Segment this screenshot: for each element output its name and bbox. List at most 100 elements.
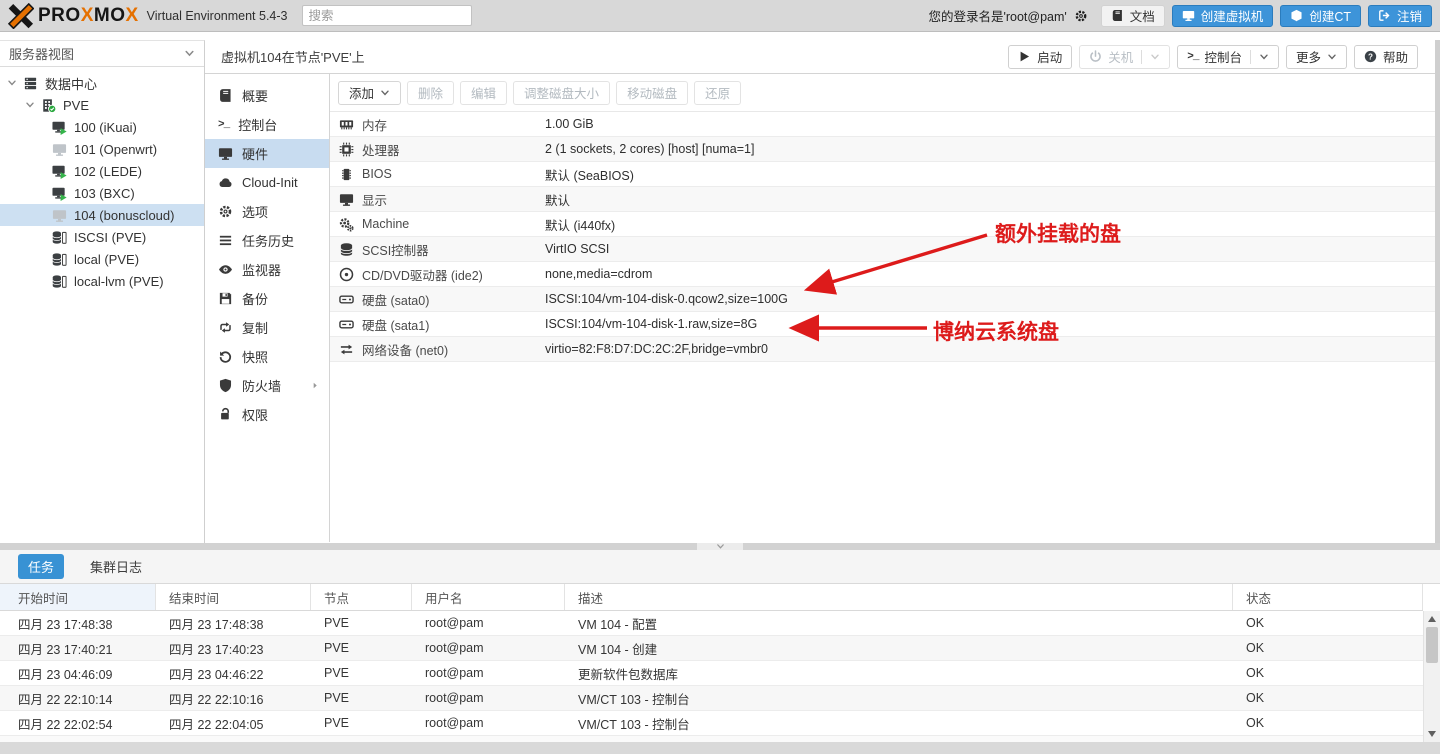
hw-row-network-net0[interactable]: 网络设备 (net0) virtio=82:F8:D7:DC:2C:2F,brid…	[330, 337, 1440, 362]
menu-item-firewall[interactable]: 防火墙	[205, 371, 329, 400]
task-cell: 四月 23 17:48:38	[18, 617, 113, 632]
gears-icon	[338, 217, 354, 232]
hw-row-cdrom-ide2[interactable]: CD/DVD驱动器 (ide2) none,media=cdrom	[330, 262, 1440, 287]
task-cell: 四月 22 22:02:54	[18, 717, 113, 732]
help-button[interactable]: ? 帮助	[1353, 44, 1418, 69]
splitter-collapse-handle[interactable]	[697, 543, 743, 550]
sort-down-icon	[74, 592, 85, 603]
tasks-panel: 任务 集群日志 开始时间 结束时间 节点 用户名 描述 状态 四月 23 17:48:38 四…	[0, 550, 1440, 754]
tree-item-vm-102[interactable]: 102 (LEDE)	[0, 160, 204, 182]
shield-icon	[218, 378, 233, 393]
tree-item-pve[interactable]: PVE	[0, 94, 204, 116]
col-header-5[interactable]: 状态	[1233, 584, 1423, 610]
logout-button[interactable]: 注销	[1367, 4, 1432, 27]
scroll-thumb[interactable]	[1426, 627, 1438, 663]
panel-splitter[interactable]	[0, 543, 1440, 550]
tree-item-vm-100[interactable]: 100 (iKuai)	[0, 116, 204, 138]
tree-item-vm-103[interactable]: 103 (BXC)	[0, 182, 204, 204]
menu-item-task-history[interactable]: 任务历史	[205, 226, 329, 255]
tasks-scrollbar[interactable]	[1423, 611, 1440, 742]
docs-button[interactable]: 文档	[1100, 4, 1165, 27]
add-button[interactable]: 添加	[338, 80, 402, 105]
hw-value: 2 (1 sockets, 2 cores) [host] [numa=1]	[545, 142, 755, 156]
hw-row-harddisk-sata0[interactable]: 硬盘 (sata0) ISCSI:104/vm-104-disk-0.qcow2,…	[330, 287, 1440, 312]
tree-expander-icon	[6, 78, 18, 88]
hw-row-machine[interactable]: Machine 默认 (i440fx)	[330, 212, 1440, 237]
task-cell: VM 104 - 创建	[578, 642, 658, 657]
task-cell: 四月 22 22:04:05	[169, 717, 264, 732]
hw-row-bios[interactable]: BIOS 默认 (SeaBIOS)	[330, 162, 1440, 187]
remove-button[interactable]: 删除	[407, 80, 455, 105]
storage-icon	[52, 230, 67, 245]
button-label: 调整磁盘大小	[524, 87, 600, 101]
move-disk-button[interactable]: 移动磁盘	[616, 80, 689, 105]
hw-row-memory[interactable]: 内存 1.00 GiB	[330, 112, 1440, 137]
menu-item-backup[interactable]: 备份	[205, 284, 329, 313]
tree-item-label: local (PVE)	[74, 251, 140, 267]
task-cell: 四月 22 22:10:16	[169, 692, 264, 707]
menu-item-permissions[interactable]: 权限	[205, 400, 329, 429]
task-row[interactable]: 四月 22 22:10:14 四月 22 22:10:16 PVE root@pam V…	[0, 686, 1423, 711]
col-header-3[interactable]: 用户名	[412, 584, 565, 610]
tree-item-storage-local-lvm[interactable]: local-lvm (PVE)	[0, 270, 204, 292]
menu-item-replication[interactable]: 复制	[205, 313, 329, 342]
more-button[interactable]: 更多	[1285, 44, 1347, 69]
app-logo: PROXMOX	[8, 2, 139, 29]
col-header-4[interactable]: 描述	[565, 584, 1233, 610]
menu-item-snapshots[interactable]: 快照	[205, 342, 329, 371]
view-selector[interactable]: 服务器视图	[0, 41, 204, 67]
col-header-0[interactable]: 开始时间	[0, 584, 156, 610]
start-button[interactable]: 启动	[1008, 44, 1073, 69]
menu-item-options[interactable]: 选项	[205, 197, 329, 226]
tree-item-vm-104[interactable]: 104 (bonuscloud)	[0, 204, 204, 226]
tree-item-datacenter[interactable]: 数据中心	[0, 72, 204, 94]
tab-tasks[interactable]: 任务	[18, 554, 65, 579]
menu-item-hardware[interactable]: 硬件	[205, 139, 329, 168]
task-cell: 更新软件包数据库	[578, 667, 679, 682]
task-row[interactable]: 四月 23 17:48:38 四月 23 17:48:38 PVE root@pam V…	[0, 611, 1423, 636]
search-input[interactable]	[301, 5, 472, 26]
top-header-bar: PROXMOX Virtual Environment 5.4-3 您的登录名是…	[0, 0, 1440, 32]
menu-item-overview[interactable]: 概要	[205, 81, 329, 110]
settings-gear-icon[interactable]	[1074, 9, 1088, 23]
book-icon	[1111, 9, 1124, 22]
terminal-icon: >_	[1187, 50, 1199, 63]
task-cell: OK	[1246, 616, 1265, 630]
menu-item-cloud-init[interactable]: Cloud-Init	[205, 168, 329, 197]
hw-value: virtio=82:F8:D7:DC:2C:2F,bridge=vmbr0	[545, 342, 769, 356]
col-header-2[interactable]: 节点	[311, 584, 412, 610]
hw-row-scsi-controller[interactable]: SCSI控制器 VirtIO SCSI	[330, 237, 1440, 262]
resize-disk-button[interactable]: 调整磁盘大小	[513, 80, 611, 105]
menu-item-console[interactable]: >_ 控制台	[205, 110, 329, 139]
menu-item-label: Cloud-Init	[242, 175, 298, 190]
task-row[interactable]: 四月 23 17:40:21 四月 23 17:40:23 PVE root@pam V…	[0, 636, 1423, 661]
task-row[interactable]: 四月 23 04:46:09 四月 23 04:46:22 PVE root@pam 更…	[0, 661, 1423, 686]
shutdown-button[interactable]: 关机	[1079, 44, 1171, 69]
tree-item-storage-local[interactable]: local (PVE)	[0, 248, 204, 270]
col-header-1[interactable]: 结束时间	[156, 584, 311, 610]
hw-row-harddisk-sata1[interactable]: 硬盘 (sata1) ISCSI:104/vm-104-disk-1.raw,si…	[330, 312, 1440, 337]
tree-item-label: PVE	[63, 97, 90, 113]
scroll-down-icon[interactable]	[1428, 731, 1436, 737]
task-cell: 四月 23 17:40:21	[18, 642, 113, 657]
create-vm-button[interactable]: 创建虚拟机	[1171, 4, 1274, 27]
task-row[interactable]: 四月 22 22:02:54 四月 22 22:04:05 PVE root@pam V…	[0, 711, 1423, 736]
menu-item-monitor[interactable]: 监视器	[205, 255, 329, 284]
tab-cluster-log[interactable]: 集群日志	[80, 554, 152, 579]
caret-down-icon	[1150, 52, 1160, 62]
hw-row-processors[interactable]: 处理器 2 (1 sockets, 2 cores) [host] [numa=1…	[330, 137, 1440, 162]
hardware-table: 内存 1.00 GiB 处理器 2 (1 sockets, 2 cores) [hos…	[330, 112, 1440, 362]
hw-row-display[interactable]: 显示 默认	[330, 187, 1440, 212]
terminal-icon: >_	[218, 118, 230, 131]
create-ct-button[interactable]: 创建CT	[1280, 4, 1361, 27]
menu-item-label: 概要	[242, 89, 269, 104]
tree-item-vm-101[interactable]: 101 (Openwrt)	[0, 138, 204, 160]
power-icon	[1089, 50, 1102, 63]
vm-running-icon	[52, 164, 67, 179]
scroll-up-icon[interactable]	[1428, 616, 1436, 622]
edit-button[interactable]: 编辑	[460, 80, 508, 105]
tree-item-storage-iscsi[interactable]: ISCSI (PVE)	[0, 226, 204, 248]
console-button[interactable]: >_ 控制台	[1177, 44, 1279, 69]
tasks-table-header: 开始时间 结束时间 节点 用户名 描述 状态	[0, 584, 1423, 611]
revert-button[interactable]: 还原	[694, 80, 742, 105]
